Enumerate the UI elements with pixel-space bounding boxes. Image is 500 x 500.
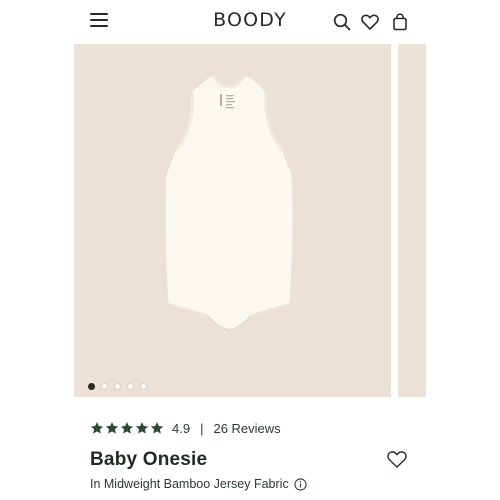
star-icon xyxy=(150,422,164,434)
heart-icon[interactable] xyxy=(360,12,380,32)
gallery-dot[interactable] xyxy=(101,383,108,390)
rating-separator: | xyxy=(200,420,204,436)
gallery-slide-next[interactable] xyxy=(398,44,426,397)
product-image-gallery[interactable] xyxy=(74,44,426,397)
star-icon xyxy=(90,422,104,434)
gallery-gap xyxy=(391,44,398,397)
gallery-dot[interactable] xyxy=(114,383,121,390)
shopping-bag-icon[interactable] xyxy=(390,12,410,32)
product-title: Baby Onesie xyxy=(90,449,208,470)
reviews-link[interactable]: 26 Reviews xyxy=(213,421,280,436)
rating-stars xyxy=(90,421,164,435)
gallery-slide-active[interactable] xyxy=(74,44,391,397)
rating-value: 4.9 xyxy=(172,420,191,436)
heart-outline-icon[interactable] xyxy=(386,449,408,469)
search-icon[interactable] xyxy=(332,12,352,32)
product-subtitle: In Midweight Bamboo Jersey Fabric xyxy=(90,477,307,491)
product-fabric-text: In Midweight Bamboo Jersey Fabric xyxy=(90,477,289,491)
product-image xyxy=(164,75,294,332)
star-icon xyxy=(105,422,119,434)
gallery-dot[interactable] xyxy=(127,383,134,390)
info-icon[interactable] xyxy=(294,477,307,491)
site-header: BOODY xyxy=(74,0,426,44)
star-icon xyxy=(135,422,149,434)
gallery-dot[interactable] xyxy=(88,383,95,390)
gallery-pagination xyxy=(88,383,147,390)
product-rating: 4.9 | 26 Reviews xyxy=(90,418,281,438)
gallery-dot[interactable] xyxy=(140,383,147,390)
star-icon xyxy=(120,422,134,434)
